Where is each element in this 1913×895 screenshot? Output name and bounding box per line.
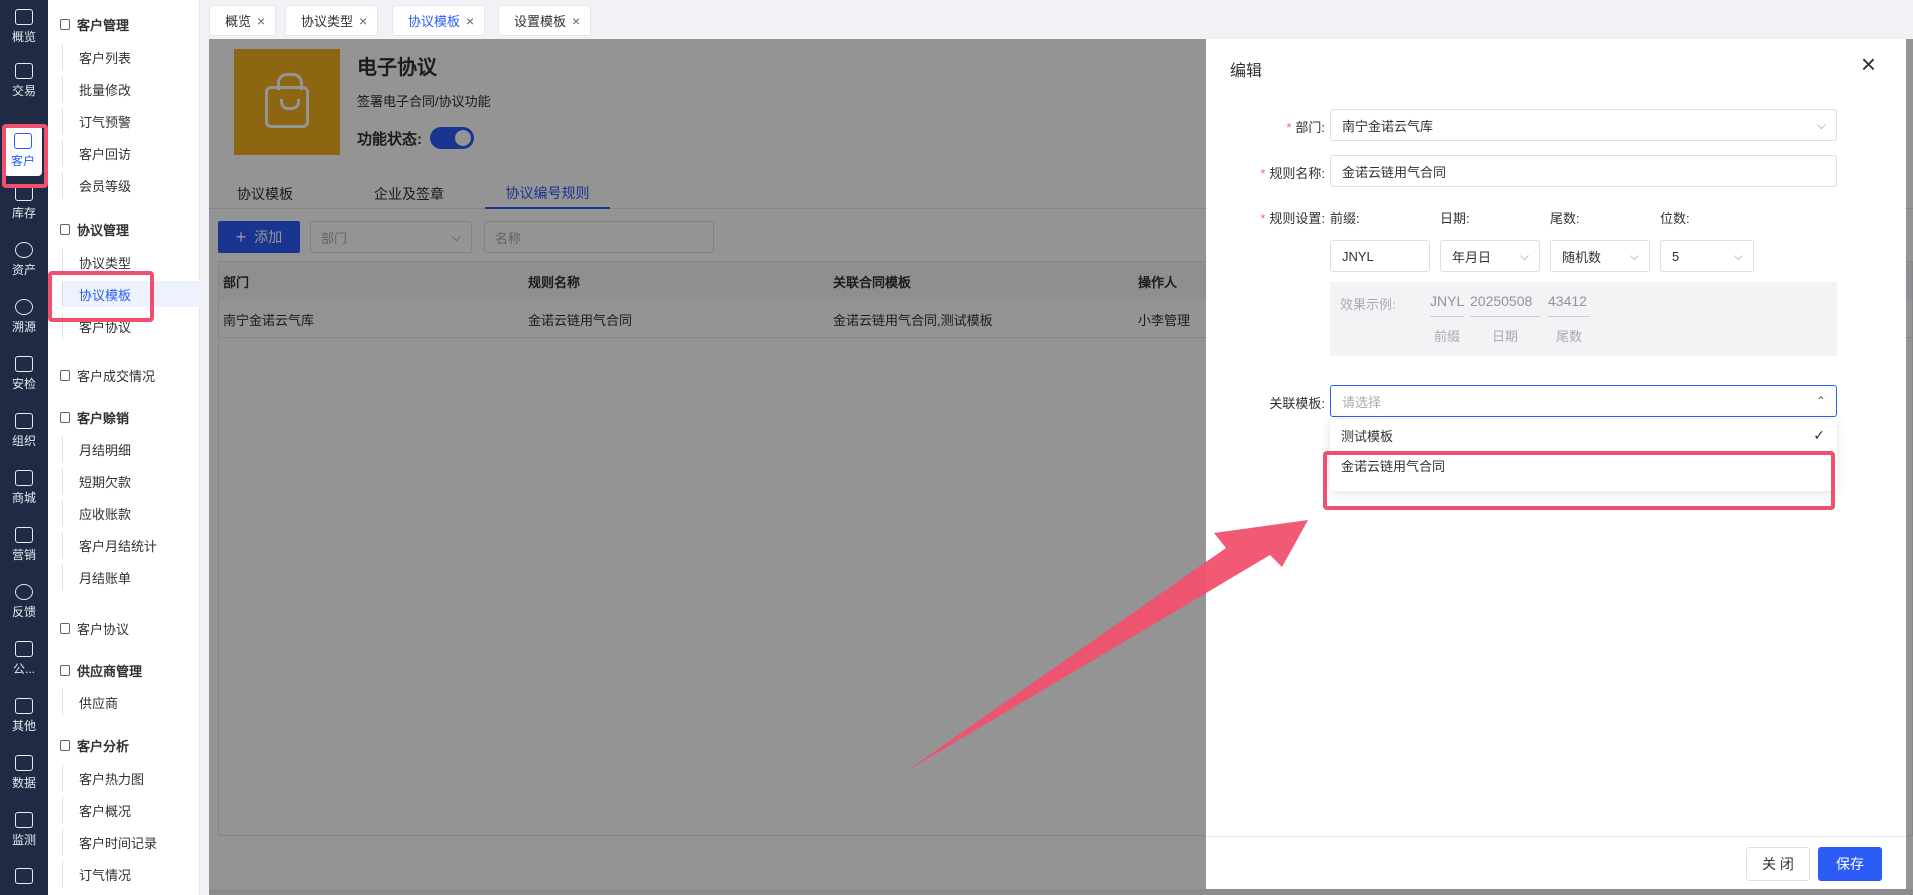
tab-settings-template[interactable]: 设置模板 × [498, 5, 592, 36]
sidebar-item-heatmap[interactable]: 客户热力图 [62, 765, 200, 791]
sidebar-item-member-level[interactable]: 会员等级 [62, 172, 200, 198]
rail-item-mall[interactable]: 商城 [0, 461, 48, 515]
close-icon[interactable]: × [257, 13, 265, 29]
sidebar-group-agreement-mgmt[interactable]: 协议管理 [60, 220, 129, 239]
chevron-down-icon: ⌵ [1733, 249, 1743, 263]
alarm-icon [15, 812, 33, 828]
option-test-template[interactable]: 测试模板 ✓ [1330, 420, 1837, 450]
template-label: 关联模板: [1269, 396, 1325, 411]
sidebar-item-monthly-bill[interactable]: 月结账单 [62, 564, 200, 590]
chart-icon [15, 755, 33, 771]
save-button[interactable]: 保存 [1818, 847, 1882, 881]
example-preview: 效果示例: JNYL 20250508 43412 前缀 日期 尾数 [1330, 282, 1837, 356]
date-label: 日期: [1440, 211, 1470, 226]
org-icon [15, 413, 33, 429]
check-icon: ✓ [1813, 426, 1825, 443]
highlight-rail-customer [2, 124, 48, 188]
sidebar-group-customer-agreement[interactable]: 客户协议 [60, 619, 129, 638]
bulb-icon [15, 242, 33, 258]
rail-item-safety[interactable]: 安检 [0, 347, 48, 401]
apps-icon [15, 868, 33, 884]
chevron-down-icon: ⌵ [1519, 249, 1529, 263]
rail-item-overview[interactable]: 概览 [0, 0, 48, 54]
chart-icon [60, 740, 70, 751]
org-icon [60, 19, 70, 30]
sidebar-item-overview[interactable]: 客户概况 [62, 797, 200, 823]
chat-icon [15, 584, 33, 600]
rail-item-assets[interactable]: 资产 [0, 233, 48, 287]
rule-setting-label: * 规则设置: [1260, 211, 1325, 226]
bag-icon [15, 63, 33, 79]
dept-select[interactable]: 南宁金诺云气库 ⌵ [1330, 109, 1837, 141]
sidebar-group-deals[interactable]: 客户成交情况 [60, 366, 155, 385]
drawer-title: 编辑 [1230, 63, 1263, 80]
close-button[interactable]: 关 闭 [1746, 847, 1810, 881]
sidebar-menu: 客户管理 客户列表 批量修改 订气预警 客户回访 会员等级 协议管理 协议类型 … [48, 0, 200, 895]
sidebar-item-monthly-detail[interactable]: 月结明细 [62, 436, 200, 462]
sidebar-group-supplier-mgmt[interactable]: 供应商管理 [60, 661, 142, 680]
document-icon [60, 370, 70, 381]
rail-item-org[interactable]: 组织 [0, 404, 48, 458]
tail-select[interactable]: 随机数 ⌵ [1550, 240, 1650, 272]
sidebar-item-short-debt[interactable]: 短期欠款 [62, 468, 200, 494]
rule-name-label: * 规则名称: [1260, 166, 1325, 181]
rail-item-other[interactable]: 其他 [0, 689, 48, 743]
sidebar-item-receivable[interactable]: 应收账款 [62, 500, 200, 526]
sidebar-item-gas-orders[interactable]: 订气情况 [62, 861, 200, 887]
document-icon [60, 412, 70, 423]
rail-item-monitor[interactable]: 监测 [0, 803, 48, 857]
rail-item-apps[interactable] [0, 860, 48, 895]
chevron-up-icon: ⌃ [1815, 394, 1826, 408]
sidebar-item-callback[interactable]: 客户回访 [62, 140, 200, 166]
prefix-input[interactable]: JNYL [1330, 240, 1430, 272]
sidebar-item-customer-list[interactable]: 客户列表 [62, 44, 200, 70]
sidebar-group-customer-mgmt[interactable]: 客户管理 [60, 15, 129, 34]
compass-icon [15, 299, 33, 315]
close-icon[interactable]: × [1861, 51, 1876, 77]
rail-item-marketing[interactable]: 营销 [0, 518, 48, 572]
highlight-option [1323, 451, 1835, 510]
digits-label: 位数: [1660, 211, 1690, 226]
digits-select[interactable]: 5 ⌵ [1660, 240, 1754, 272]
prefix-label: 前缀: [1330, 211, 1360, 226]
drawer-footer: 关 闭 保存 [1206, 836, 1906, 889]
document-icon [60, 224, 70, 235]
trophy-icon [15, 527, 33, 543]
close-icon[interactable]: × [572, 13, 580, 29]
store-icon [15, 470, 33, 486]
tab-overview[interactable]: 概览 × [209, 5, 277, 36]
template-select[interactable]: 请选择 ⌃ [1330, 385, 1837, 417]
grid-plus-icon [15, 698, 33, 714]
rule-name-input[interactable]: 金诺云链用气合同 [1330, 155, 1837, 187]
rail-item-feedback[interactable]: 反馈 [0, 575, 48, 629]
sidebar-item-time-record[interactable]: 客户时间记录 [62, 829, 200, 855]
shield-icon [15, 356, 33, 372]
rail-item-notice[interactable]: 公... [0, 632, 48, 686]
sidebar-group-credit[interactable]: 客户赊销 [60, 408, 129, 427]
sidebar-item-batch-edit[interactable]: 批量修改 [62, 76, 200, 102]
tab-agreement-type[interactable]: 协议类型 × [285, 5, 379, 36]
highlight-agreement-template [48, 271, 154, 322]
chevron-down-icon: ⌵ [1629, 249, 1639, 263]
date-select[interactable]: 年月日 ⌵ [1440, 240, 1540, 272]
rail-item-trace[interactable]: 溯源 [0, 290, 48, 344]
rail-item-data[interactable]: 数据 [0, 746, 48, 800]
document-icon [60, 623, 70, 634]
megaphone-icon [15, 641, 33, 657]
close-icon[interactable]: × [359, 13, 367, 29]
tail-label: 尾数: [1550, 211, 1580, 226]
sidebar-item-gas-alert[interactable]: 订气预警 [62, 108, 200, 134]
chart-line-icon [15, 9, 33, 25]
close-icon[interactable]: × [466, 13, 474, 29]
chevron-down-icon: ⌵ [1816, 118, 1826, 132]
sidebar-item-monthly-stats[interactable]: 客户月结统计 [62, 532, 200, 558]
org-icon [60, 665, 70, 676]
sidebar-group-analysis[interactable]: 客户分析 [60, 736, 129, 755]
dept-label: * 部门: [1286, 120, 1325, 135]
tab-bar: 概览 × 协议类型 × 协议模板 × 设置模板 × [200, 0, 1913, 39]
rail-item-trade[interactable]: 交易 [0, 54, 48, 108]
tab-agreement-template[interactable]: 协议模板 × [392, 5, 486, 36]
sidebar-item-supplier[interactable]: 供应商 [62, 689, 200, 715]
